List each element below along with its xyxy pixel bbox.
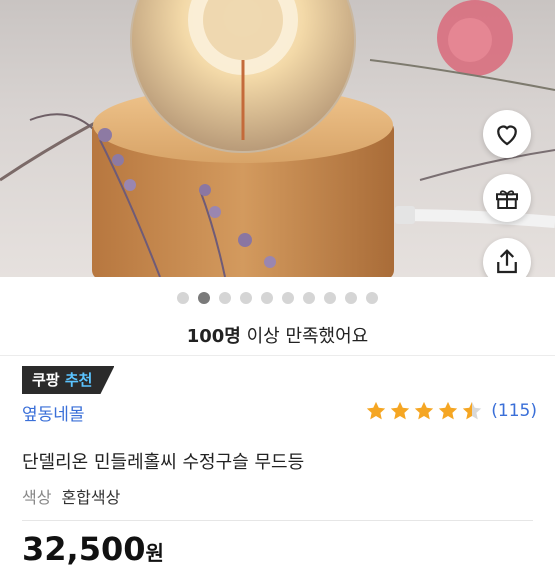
star-full-icon [439,401,458,420]
carousel-dot[interactable] [219,292,231,304]
heart-icon [497,125,517,146]
satisfaction-count: 100명 [186,326,241,347]
carousel-indicator[interactable] [0,292,555,306]
price: 32,500원 [22,530,164,568]
rating[interactable]: (115) [365,400,537,422]
option-value: 혼합색상 [61,488,121,507]
product-photo [0,0,555,277]
price-amount: 32,500 [22,530,146,568]
review-count[interactable]: (115) [491,401,537,421]
carousel-dot[interactable] [303,292,315,304]
star-full-icon [415,401,434,420]
divider [0,355,555,356]
carousel-dot[interactable] [261,292,273,304]
satisfaction-text: 100명 이상 만족했어요 [0,322,555,348]
carousel-dot[interactable] [282,292,294,304]
divider [22,520,533,521]
carousel-dot[interactable] [366,292,378,304]
gift-icon [496,190,518,209]
price-unit: 원 [145,541,164,565]
satisfaction-suffix: 이상 만족했어요 [240,326,369,347]
share-icon [497,249,517,274]
star-half-icon [463,401,482,420]
carousel-dot-active[interactable] [198,292,210,304]
carousel-dot[interactable] [324,292,336,304]
star-full-icon [391,401,410,420]
product-image[interactable] [0,0,555,277]
product-title: 단델리온 민들레홀씨 수정구슬 무드등 [22,452,305,473]
star-full-icon [367,401,386,420]
carousel-dot[interactable] [240,292,252,304]
option-row[interactable]: 색상 혼합색상 [22,484,120,508]
badge-part2: 추천 [64,371,93,389]
wishlist-button[interactable] [483,110,531,158]
coupang-recommend-badge: 쿠팡 추천 [22,366,114,394]
badge-part1: 쿠팡 [32,371,60,389]
carousel-dot[interactable] [345,292,357,304]
carousel-dot[interactable] [177,292,189,304]
seller-link[interactable]: 옆동네몰 [22,400,85,425]
option-label: 색상 [22,488,52,507]
gift-button[interactable] [483,174,531,222]
